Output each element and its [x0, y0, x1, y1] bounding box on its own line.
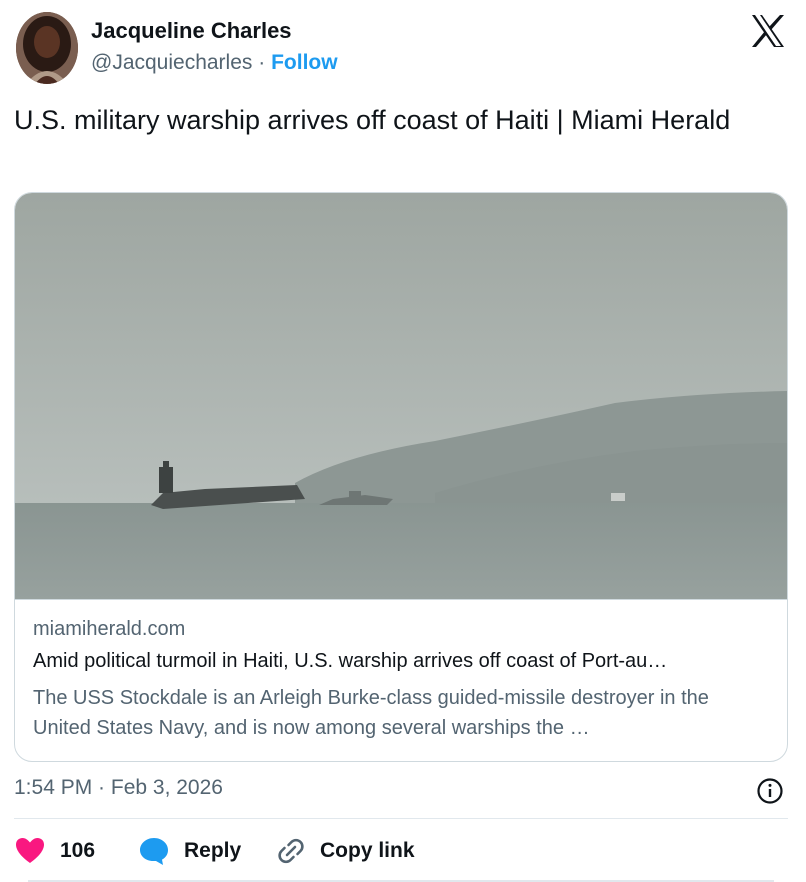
copy-link-button[interactable]: Copy link: [276, 832, 436, 870]
x-logo-icon[interactable]: [750, 14, 786, 48]
tweet-header: Jacqueline Charles @Jacquiecharles · Fol…: [14, 12, 794, 86]
reply-button[interactable]: Reply: [138, 832, 258, 870]
link-card[interactable]: miamiherald.com Amid political turmoil i…: [14, 192, 788, 762]
card-description: The USS Stockdale is an Arleigh Burke-cl…: [33, 687, 709, 739]
reply-label: Reply: [184, 839, 242, 862]
heart-icon: [14, 835, 46, 867]
copy-link-label: Copy link: [320, 839, 415, 862]
reply-bubble-icon: [138, 835, 170, 867]
card-domain: miamiherald.com: [33, 618, 186, 640]
avatar[interactable]: [16, 12, 78, 84]
card-body: miamiherald.com Amid political turmoil i…: [15, 599, 787, 761]
author-handle[interactable]: @Jacquiecharles: [91, 51, 252, 74]
link-icon: [276, 836, 306, 866]
author-handle-row: @Jacquiecharles · Follow: [91, 51, 338, 75]
like-button[interactable]: 106: [14, 832, 114, 870]
divider: [14, 818, 788, 819]
like-count: 106: [60, 839, 96, 862]
separator: ·: [258, 51, 266, 74]
info-icon[interactable]: [756, 777, 784, 805]
tweet-text: U.S. military warship arrives off coast …: [14, 105, 731, 135]
tweet-timestamp[interactable]: 1:54 PM · Feb 3, 2026: [14, 776, 223, 800]
card-image: [15, 193, 787, 599]
action-bar: 106 Reply Copy link: [14, 832, 788, 872]
card-title: Amid political turmoil in Haiti, U.S. wa…: [33, 650, 668, 672]
author-name[interactable]: Jacqueline Charles: [91, 18, 292, 44]
follow-button[interactable]: Follow: [271, 51, 338, 74]
